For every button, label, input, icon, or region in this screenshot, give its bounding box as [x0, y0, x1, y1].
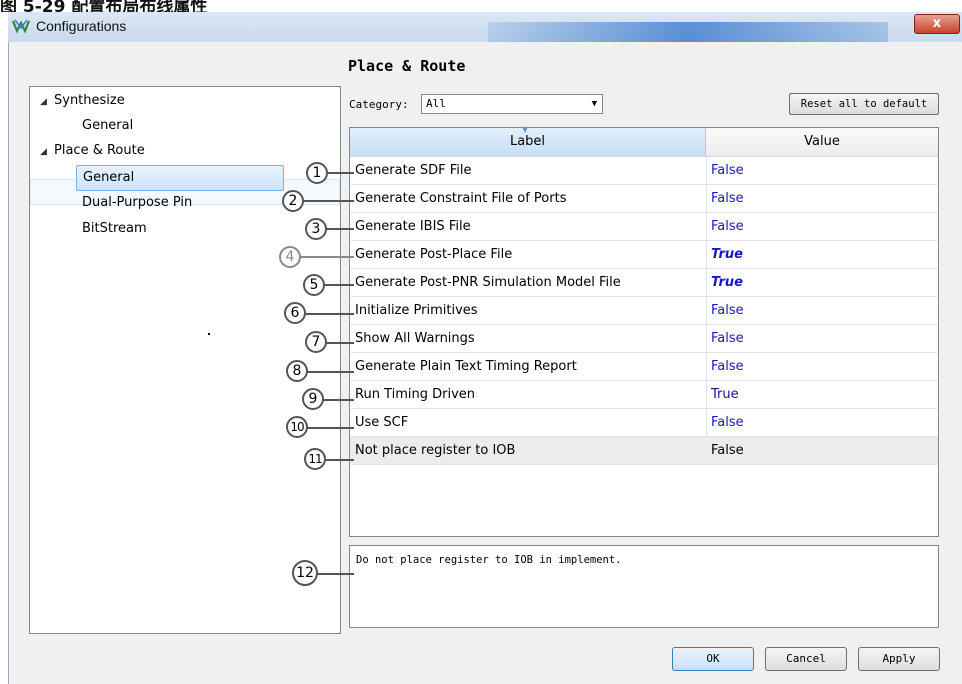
- callout-7: 7: [305, 331, 327, 353]
- column-header-label-text: Label: [509, 134, 546, 149]
- table-header: ▼ Label Value: [350, 125, 938, 157]
- callout-4: 4: [279, 246, 301, 268]
- tree-item-label: Dual-Purpose Pin: [82, 195, 193, 210]
- properties-table: ▼ Label Value Generate SDF File False Ge…: [349, 125, 939, 537]
- window-title: Configurations: [36, 18, 127, 34]
- category-value: All: [426, 97, 446, 110]
- tree-item-label: General: [83, 170, 135, 185]
- stray-dot: [208, 333, 210, 335]
- row-label: Generate SDF File: [355, 163, 472, 178]
- row-label: Generate IBIS File: [355, 219, 471, 234]
- expand-arrow-icon[interactable]: ◢: [40, 91, 54, 113]
- chevron-down-icon[interactable]: ▼: [592, 95, 597, 113]
- tree-item-label: Place & Route: [54, 143, 145, 158]
- table-row[interactable]: Generate Post-Place File True: [350, 241, 938, 269]
- tree-item-bitstream[interactable]: BitStream: [82, 218, 147, 240]
- row-label: Generate Post-Place File: [355, 247, 513, 262]
- section-title: Place & Route: [348, 57, 466, 75]
- callout-leader: [316, 573, 354, 575]
- row-label: Initialize Primitives: [355, 303, 478, 318]
- callout-2: 2: [282, 190, 304, 212]
- tree-item-dual-purpose-pin[interactable]: Dual-Purpose Pin: [82, 192, 192, 214]
- app-logo-icon: [12, 19, 30, 34]
- row-label: Generate Post-PNR Simulation Model File: [355, 275, 621, 290]
- callout-12: 12: [292, 560, 318, 586]
- column-header-value[interactable]: Value: [706, 128, 938, 156]
- table-row[interactable]: Run Timing Driven True: [350, 381, 938, 409]
- callout-6: 6: [284, 302, 306, 324]
- row-label: Generate Constraint File of Ports: [355, 191, 567, 206]
- tree-item-label: BitStream: [82, 221, 147, 236]
- row-value[interactable]: True: [711, 381, 739, 409]
- row-value[interactable]: False: [711, 437, 744, 465]
- row-value[interactable]: False: [711, 213, 744, 241]
- row-value[interactable]: False: [711, 157, 744, 185]
- table-row[interactable]: Generate IBIS File False: [350, 213, 938, 241]
- callout-leader: [326, 459, 354, 461]
- dialog-client-area: ◢ Synthesize General ◢ Place & Route Gener…: [8, 42, 962, 684]
- callout-leader: [326, 228, 354, 230]
- row-label: Use SCF: [355, 415, 409, 430]
- row-value[interactable]: False: [711, 185, 744, 213]
- tree-item-label: General: [82, 118, 134, 133]
- table-row[interactable]: Use SCF False: [350, 409, 938, 437]
- callout-11: 11: [304, 448, 326, 470]
- titlebar-blur: [488, 22, 888, 42]
- callout-5: 5: [303, 274, 325, 296]
- callout-leader: [324, 284, 354, 286]
- callout-8: 8: [286, 360, 308, 382]
- ok-button[interactable]: OK: [672, 647, 754, 671]
- table-row[interactable]: Generate SDF File False: [350, 157, 938, 185]
- figure-caption: 图 5-29 配置布局布线属性: [0, 0, 208, 12]
- callout-leader: [322, 399, 354, 401]
- row-value[interactable]: False: [711, 409, 744, 437]
- category-select[interactable]: All ▼: [421, 94, 603, 114]
- tree-item-label: Synthesize: [54, 93, 125, 108]
- column-header-label[interactable]: ▼ Label: [350, 125, 706, 156]
- row-value[interactable]: False: [711, 325, 744, 353]
- tree-item-place-route-general[interactable]: General: [76, 165, 284, 191]
- row-label: Run Timing Driven: [355, 387, 476, 402]
- table-row-selected[interactable]: Not place register to IOB False: [350, 437, 938, 465]
- row-value[interactable]: True: [711, 241, 743, 269]
- window-titlebar: Configurations x: [8, 12, 962, 42]
- callout-leader: [326, 342, 354, 344]
- row-label: Not place register to IOB: [355, 443, 516, 458]
- callout-leader: [304, 313, 354, 315]
- table-row[interactable]: Initialize Primitives False: [350, 297, 938, 325]
- table-row[interactable]: Generate Plain Text Timing Report False: [350, 353, 938, 381]
- callout-leader: [302, 200, 354, 202]
- sort-indicator-icon: ▼: [522, 125, 529, 134]
- apply-button[interactable]: Apply: [858, 647, 940, 671]
- category-label: Category:: [349, 98, 409, 111]
- row-value[interactable]: True: [711, 269, 743, 297]
- callout-leader: [306, 427, 354, 429]
- row-label: Generate Plain Text Timing Report: [355, 359, 577, 374]
- close-button[interactable]: x: [914, 14, 960, 34]
- callout-leader: [300, 256, 354, 258]
- expand-arrow-icon[interactable]: ◢: [40, 141, 54, 163]
- callout-leader: [306, 371, 354, 373]
- callout-leader: [328, 172, 354, 174]
- table-row[interactable]: Generate Constraint File of Ports False: [350, 185, 938, 213]
- callout-9: 9: [302, 388, 324, 410]
- table-row[interactable]: Show All Warnings False: [350, 325, 938, 353]
- cancel-button[interactable]: Cancel: [765, 647, 847, 671]
- tree-item-synthesize-general[interactable]: General: [82, 115, 133, 137]
- callout-3: 3: [305, 218, 327, 240]
- tree-item-synthesize[interactable]: ◢ Synthesize: [40, 90, 125, 112]
- reset-all-button[interactable]: Reset all to default: [789, 93, 939, 115]
- description-box: Do not place register to IOB in implemen…: [349, 545, 939, 628]
- row-value[interactable]: False: [711, 353, 744, 381]
- row-label: Show All Warnings: [355, 331, 475, 346]
- callout-1: 1: [306, 162, 328, 184]
- tree-item-place-route[interactable]: ◢ Place & Route: [40, 140, 145, 162]
- row-value[interactable]: False: [711, 297, 744, 325]
- callout-10: 10: [286, 416, 308, 438]
- table-row[interactable]: Generate Post-PNR Simulation Model File …: [350, 269, 938, 297]
